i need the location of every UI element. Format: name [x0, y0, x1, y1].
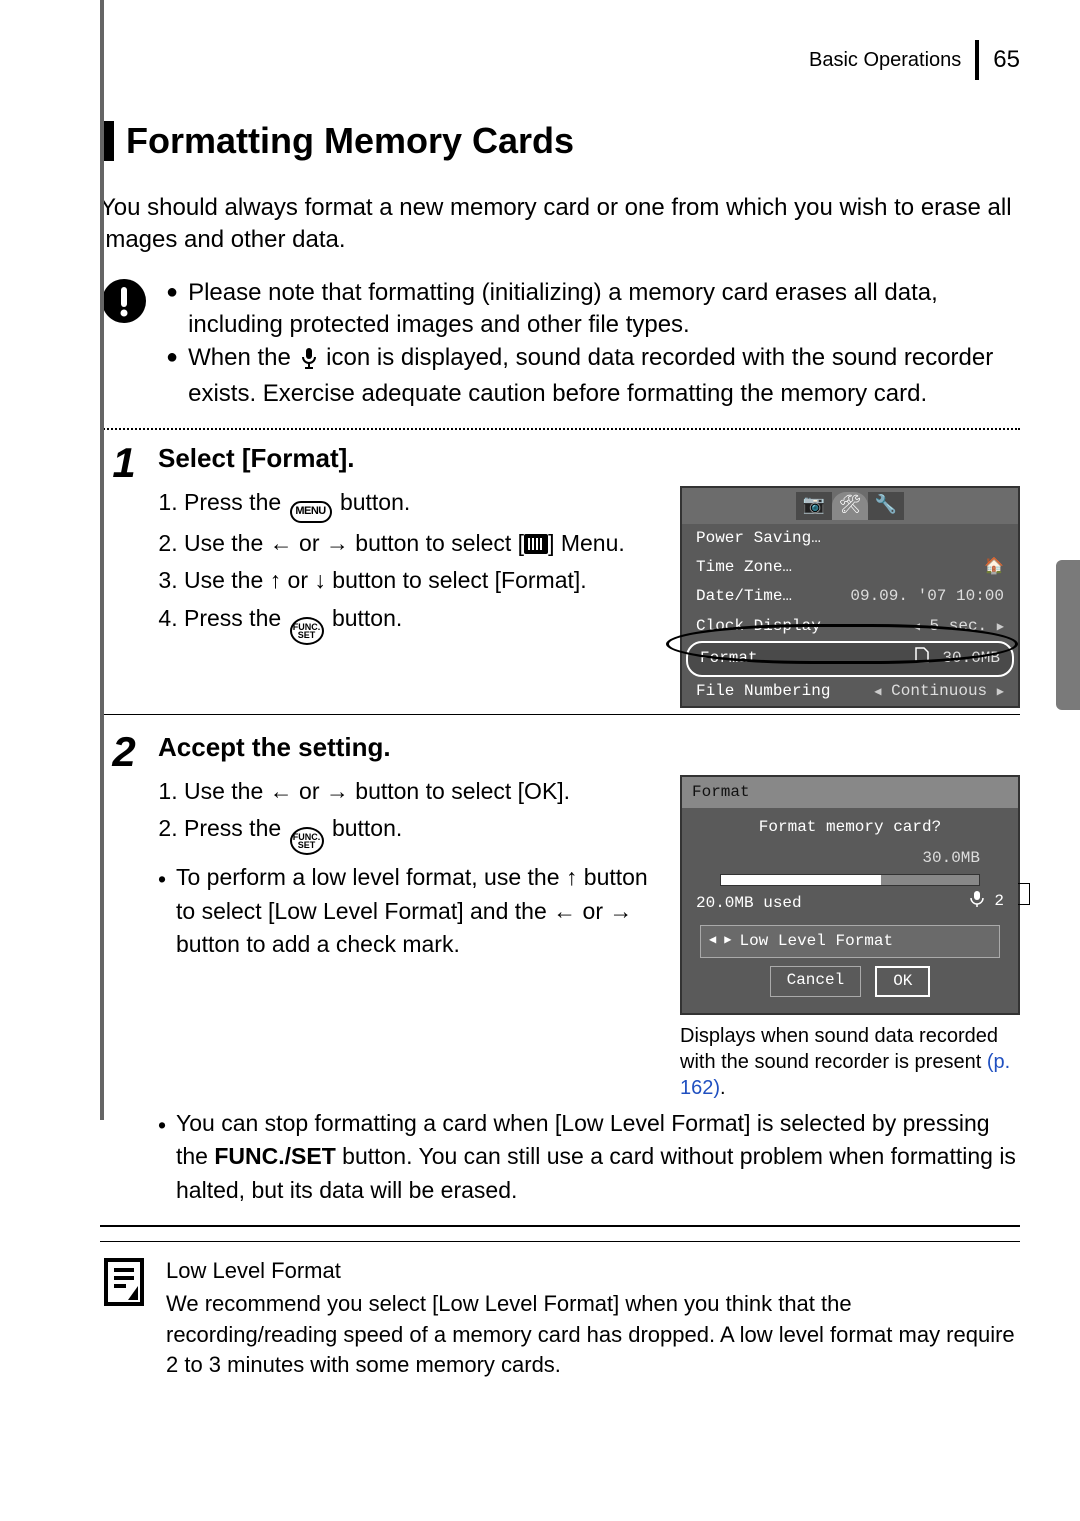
step2-title: Accept the setting.	[158, 729, 1020, 767]
func-set-button-icon: FUNC. SET	[290, 827, 324, 855]
up-arrow-icon: ↑	[270, 567, 282, 593]
header-divider	[975, 40, 979, 80]
step2-note1: To perform a low level format, use the ↑…	[176, 861, 658, 961]
callout-bracket	[1018, 883, 1030, 905]
step2-sub1: Use the ← or → button to select [OK].	[184, 775, 658, 808]
tools-tab-icon	[524, 534, 548, 554]
step-divider	[100, 714, 1020, 715]
side-tab	[1056, 560, 1080, 710]
func-set-button-icon: FUNC. SET	[290, 617, 324, 645]
step1-sub1: Press the MENU button.	[184, 486, 658, 523]
menu-row-clock-display: Clock Display◀ 5 sec. ▶	[682, 612, 1018, 641]
step1-sub2: Use the ← or → button to select [] Menu.	[184, 527, 658, 560]
step1-sub3: Use the ↑ or ↓ button to select [Format]…	[184, 564, 658, 597]
note-title: Low Level Format	[166, 1256, 1020, 1287]
menu-row-format: Format… 30.0MB	[688, 643, 1012, 675]
print-tab-icon: 🔧	[868, 492, 904, 520]
menu-button-icon: MENU	[290, 501, 332, 523]
menu-row-date-time: Date/Time…09.09. '07 10:00	[682, 582, 1018, 611]
step2-sub2: Press the FUNC. SET button.	[184, 812, 658, 855]
card-icon	[913, 646, 931, 672]
microphone-icon	[300, 346, 318, 378]
sound-indicator: 2	[969, 890, 1004, 916]
right-arrow-icon: →	[326, 778, 349, 804]
step1-sub4: Press the FUNC. SET button.	[184, 602, 658, 645]
menu-row-time-zone: Time Zone…🏠	[682, 553, 1018, 582]
camera-menu-screen: 📷 🛠 🔧 Power Saving… Time Zone…🏠 Date/Tim…	[680, 486, 1020, 708]
microphone-icon	[969, 890, 985, 916]
step-number-1: 1	[100, 440, 148, 708]
page-header: Basic Operations 65	[100, 40, 1020, 80]
sound-caption: Displays when sound data recorded with t…	[680, 1023, 1020, 1101]
low-level-format-option: ◀ ▶ Low Level Format	[700, 925, 1000, 958]
warning-text-1: Please note that formatting (initializin…	[188, 277, 1020, 342]
bullet-dot: ●	[166, 277, 178, 342]
camera-tab-icon: 📷	[796, 492, 832, 520]
chapter-label: Basic Operations	[809, 49, 961, 72]
menu-row-power-saving: Power Saving…	[682, 524, 1018, 553]
note-box: Low Level Format We recommend you select…	[100, 1256, 1020, 1381]
tools-tab-icon: 🛠	[832, 492, 868, 520]
left-margin-rule	[100, 0, 104, 1120]
page-title: Formatting Memory Cards	[100, 120, 1020, 162]
page-title-text: Formatting Memory Cards	[126, 120, 574, 162]
step-number-2: 2	[100, 729, 148, 1211]
page-number: 65	[993, 46, 1020, 74]
note-body: We recommend you select [Low Level Forma…	[166, 1289, 1020, 1381]
note-icon	[100, 1256, 148, 1381]
left-arrow-icon: ←	[270, 530, 293, 556]
cancel-button: Cancel	[770, 966, 862, 997]
camera-format-screen: Format Format memory card? 30.0MB 20.0MB…	[680, 775, 1020, 1015]
step1-title: Select [Format].	[158, 440, 1020, 478]
section-rule-thin	[100, 1241, 1020, 1242]
step2-note2: You can stop formatting a card when [Low…	[176, 1107, 1020, 1207]
left-arrow-icon: ←	[553, 898, 576, 924]
up-arrow-icon: ↑	[566, 864, 578, 890]
caution-icon	[100, 277, 148, 325]
warning-box: ● Please note that formatting (initializ…	[100, 277, 1020, 411]
format-used: 20.0MB used	[696, 892, 802, 915]
dotted-rule	[100, 428, 1020, 430]
format-dialog-title: Format	[682, 777, 1018, 808]
format-capacity: 30.0MB	[696, 847, 980, 870]
section-rule	[100, 1225, 1020, 1227]
right-arrow-icon: →	[609, 898, 632, 924]
menu-row-file-numbering: File Numbering◀ Continuous ▶	[682, 677, 1018, 706]
bullet-dot: ●	[166, 342, 178, 411]
format-question: Format memory card?	[696, 816, 1004, 839]
right-arrow-icon: →	[326, 530, 349, 556]
warning-text-2: When the icon is displayed, sound data r…	[188, 342, 1020, 411]
intro-text: You should always format a new memory ca…	[100, 192, 1020, 257]
down-arrow-icon: ↓	[314, 567, 326, 593]
left-arrow-icon: ←	[270, 778, 293, 804]
ok-button: OK	[875, 966, 930, 997]
capacity-bar	[720, 874, 980, 886]
